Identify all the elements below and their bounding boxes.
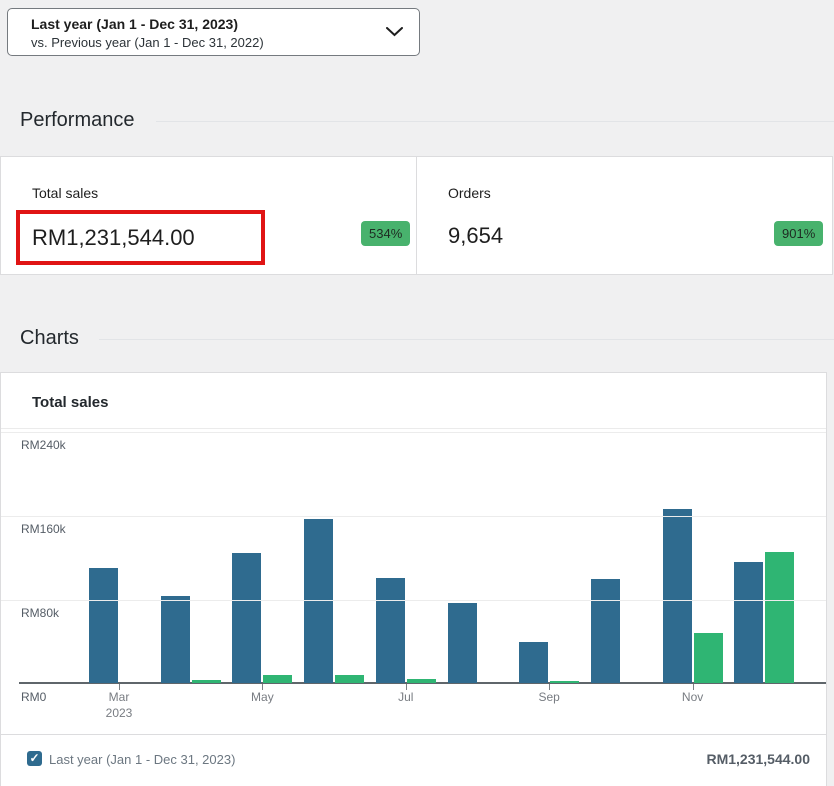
chart-bar-current-oct[interactable]	[591, 579, 620, 683]
chart-bar-current-dec[interactable]	[734, 562, 763, 683]
legend-value: RM1,231,544.00	[706, 751, 810, 767]
highlight-annotation: RM1,231,544.00	[16, 210, 265, 265]
chart-bar-current-jul[interactable]	[376, 578, 405, 683]
x-axis-label: Jul	[398, 690, 413, 704]
chart-card: Total sales ✓ Last year (Jan 1 - Dec 31,…	[0, 372, 827, 786]
chart-bar-previous-apr[interactable]	[192, 680, 221, 683]
gridline	[1, 432, 826, 433]
chart-bar-previous-jul[interactable]	[407, 679, 436, 683]
chart-bar-previous-nov[interactable]	[694, 633, 723, 683]
chart-bar-previous-may[interactable]	[263, 675, 292, 683]
chevron-down-icon	[386, 27, 403, 37]
legend-checkbox[interactable]: ✓	[27, 751, 42, 766]
legend-item[interactable]: ✓ Last year (Jan 1 - Dec 31, 2023) RM1,2…	[1, 734, 826, 786]
metric-label: Orders	[448, 185, 491, 201]
performance-heading: Performance	[20, 108, 135, 132]
performance-heading-rule	[156, 121, 834, 122]
chart-plot	[1, 428, 826, 684]
delta-badge: 901%	[774, 221, 823, 246]
gridline	[1, 516, 826, 517]
metric-card-orders[interactable]: Orders 9,654 901%	[416, 156, 833, 275]
analytics-page: Last year (Jan 1 - Dec 31, 2023) vs. Pre…	[0, 0, 834, 786]
x-axis-label: Mar	[109, 690, 130, 704]
y-axis-label: RM0	[21, 690, 46, 704]
x-axis-label: May	[251, 690, 274, 704]
date-range-primary: Last year (Jan 1 - Dec 31, 2023)	[31, 15, 375, 34]
y-axis-label: RM80k	[21, 606, 59, 620]
y-axis-label: RM160k	[21, 522, 66, 536]
chart-bar-current-jun[interactable]	[304, 519, 333, 683]
y-axis-label: RM240k	[21, 438, 66, 452]
chart-bar-previous-dec[interactable]	[765, 552, 794, 683]
gridline	[1, 600, 826, 601]
charts-heading: Charts	[20, 326, 79, 350]
delta-badge: 534%	[361, 221, 410, 246]
legend-label: Last year (Jan 1 - Dec 31, 2023)	[49, 752, 235, 767]
chart-bar-current-aug[interactable]	[448, 603, 477, 683]
metric-label: Total sales	[32, 185, 98, 201]
x-axis-year-label: 2023	[106, 706, 133, 720]
chart-bar-current-mar[interactable]	[89, 568, 118, 684]
metric-value: RM1,231,544.00	[32, 225, 195, 251]
date-range-secondary: vs. Previous year (Jan 1 - Dec 31, 2022)	[31, 34, 375, 51]
metric-value: 9,654	[448, 223, 503, 249]
metric-card-total-sales[interactable]: Total sales RM1,231,544.00 534%	[0, 156, 417, 275]
x-axis-label: Sep	[539, 690, 560, 704]
x-axis-label: Nov	[682, 690, 703, 704]
chart-bar-current-nov[interactable]	[663, 509, 692, 683]
chart-card-header: Total sales	[1, 373, 826, 429]
chart-title: Total sales	[32, 394, 108, 411]
date-range-selector[interactable]: Last year (Jan 1 - Dec 31, 2023) vs. Pre…	[7, 8, 420, 56]
chart-bar-current-apr[interactable]	[161, 596, 190, 683]
chart-bar-current-sep[interactable]	[519, 642, 548, 683]
chart-bar-previous-jun[interactable]	[335, 675, 364, 683]
chart-bar-current-may[interactable]	[232, 553, 261, 683]
chart-bar-previous-sep[interactable]	[550, 681, 579, 683]
charts-heading-rule	[99, 339, 834, 340]
